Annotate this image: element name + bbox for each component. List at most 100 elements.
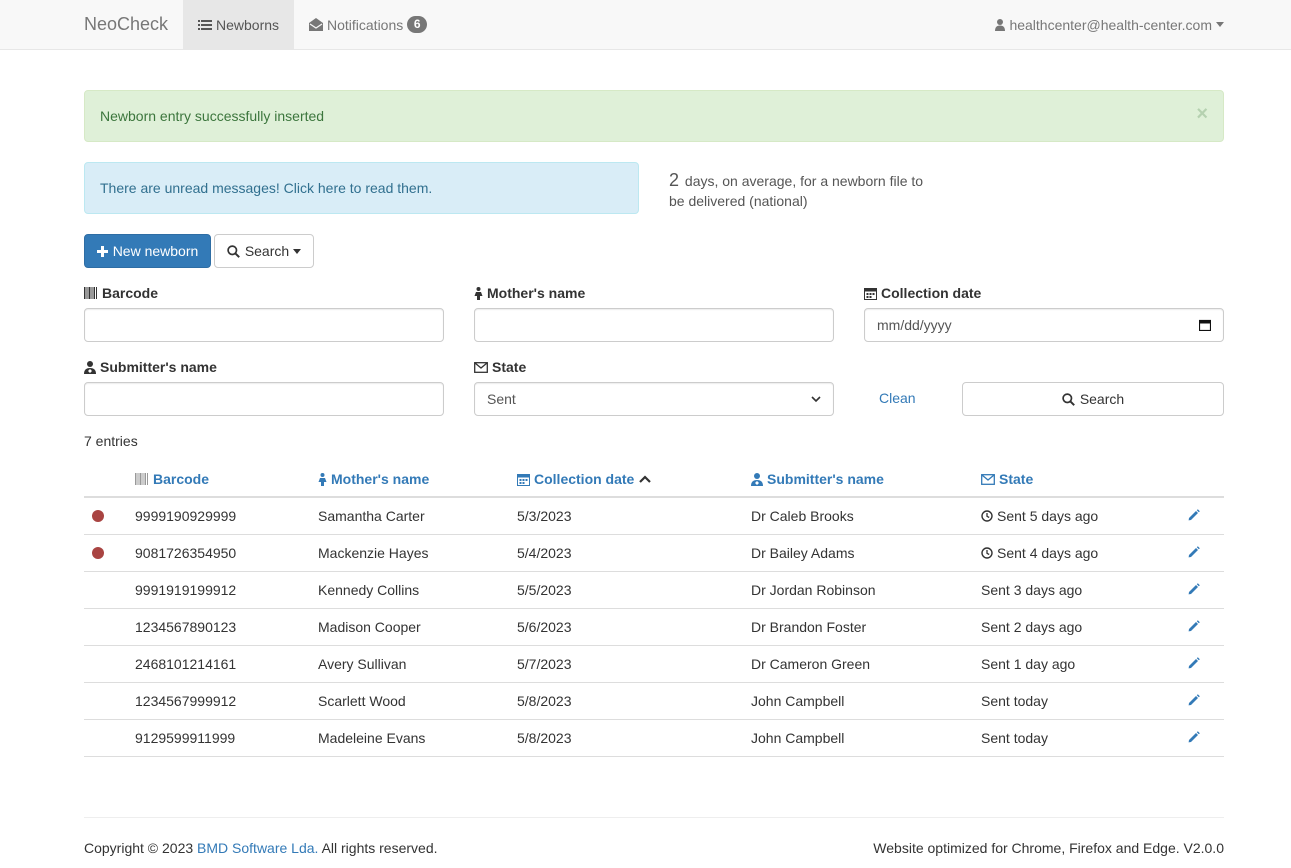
column-header-barcode[interactable]: Barcode: [135, 471, 209, 487]
copyright-suffix: All rights reserved.: [321, 840, 438, 856]
calendar-icon[interactable]: [1199, 319, 1211, 331]
user-email: healthcenter@health-center.com: [1009, 16, 1212, 33]
nav-newborns[interactable]: Newborns: [183, 0, 294, 49]
cell-barcode: 1234567999912: [135, 693, 236, 709]
cell-barcode-text: 1234567999912: [135, 693, 237, 709]
search-dropdown-label: Search: [244, 243, 290, 259]
new-newborn-label: New newborn: [112, 243, 199, 259]
cell-date-text: 5/8/2023: [517, 693, 572, 709]
mother-name-input[interactable]: [474, 308, 834, 342]
cell-barcode-text: 9991919199912: [135, 582, 237, 598]
cell-state: Sent today: [981, 730, 1048, 746]
edit-pencil-icon[interactable]: [1188, 656, 1200, 672]
chevron-down-icon: [1216, 22, 1224, 27]
nav-notifications[interactable]: Notifications 6: [309, 0, 428, 49]
unread-indicator-icon: [92, 547, 104, 559]
cell-submitter-text: Dr Brandon Foster: [751, 619, 867, 635]
brand-logo[interactable]: NeoCheck: [84, 14, 168, 35]
column-header-submitter[interactable]: Submitter's name: [751, 471, 884, 487]
edit-pencil-icon[interactable]: [1188, 508, 1200, 524]
calendar-icon: [864, 287, 877, 300]
cell-submitter: Dr Brandon Foster: [751, 619, 866, 635]
column-header-mother[interactable]: Mother's name: [318, 471, 429, 487]
table-header: Barcode Mother's name Collection date Su…: [84, 460, 1224, 498]
footer-browser-note: Website optimized for Chrome, Firefox an…: [873, 840, 1224, 856]
table-row[interactable]: 2468101214161 Avery Sullivan 5/7/2023 Dr Ca…: [84, 646, 1224, 683]
submitter-filter-label-text: Submitter's name: [100, 359, 217, 375]
cell-mother: Scarlett Wood: [318, 693, 406, 709]
cell-submitter-text: John Campbell: [751, 730, 845, 746]
table-row[interactable]: 9999190929999 Samantha Carter 5/3/2023 Dr C…: [84, 498, 1224, 535]
edit-pencil-icon[interactable]: [1188, 693, 1200, 709]
clean-filters-link[interactable]: Clean: [879, 390, 916, 406]
user-md-icon: [751, 472, 763, 486]
table-row[interactable]: 9991919199912 Kennedy Collins 5/5/2023 Dr J…: [84, 572, 1224, 609]
cell-barcode: 9129599911999: [135, 730, 235, 746]
collection-date-input[interactable]: mm/dd/yyyy: [864, 308, 1224, 342]
cell-submitter: John Campbell: [751, 730, 844, 746]
female-icon: [474, 286, 483, 300]
close-icon[interactable]: ×: [1196, 103, 1208, 126]
clock-icon: [981, 547, 993, 559]
company-link[interactable]: BMD Software Lda.: [197, 840, 318, 856]
collection-date-filter-label: Collection date: [864, 285, 981, 301]
edit-pencil-icon[interactable]: [1188, 730, 1200, 746]
envelope-open-icon: [309, 18, 323, 31]
cell-date: 5/4/2023: [517, 545, 572, 561]
average-days-text: days, on average, for a newborn file to …: [669, 173, 924, 209]
cell-date-text: 5/7/2023: [517, 656, 572, 672]
submitter-name-input[interactable]: [84, 382, 444, 416]
edit-pencil-icon[interactable]: [1188, 545, 1200, 561]
cell-submitter-text: Dr Bailey Adams: [751, 545, 855, 561]
table-row[interactable]: 1234567890123 Madison Cooper 5/6/2023 Dr Br…: [84, 609, 1224, 646]
search-button[interactable]: Search: [962, 382, 1224, 416]
table-row[interactable]: 9081726354950 Mackenzie Hayes 5/4/2023 Dr B…: [84, 535, 1224, 572]
column-header-state-label: State: [999, 471, 1034, 487]
user-md-icon: [84, 360, 96, 374]
column-header-mother-label: Mother's name: [331, 471, 430, 487]
top-navbar: NeoCheck Newborns Notifications 6 health…: [0, 0, 1291, 50]
entries-count: 7 entries: [84, 433, 138, 449]
cell-mother-text: Kennedy Collins: [318, 582, 420, 598]
table-row[interactable]: 1234567999912 Scarlett Wood 5/8/2023 John C…: [84, 683, 1224, 720]
column-header-submitter-label: Submitter's name: [767, 471, 884, 487]
user-menu-toggle[interactable]: healthcenter@health-center.com: [995, 0, 1224, 49]
barcode-input[interactable]: [84, 308, 444, 342]
cell-submitter-text: John Campbell: [751, 693, 845, 709]
unread-messages-alert[interactable]: There are unread messages! Click here to…: [84, 162, 639, 214]
cell-barcode-text: 1234567890123: [135, 619, 237, 635]
search-icon: [1062, 392, 1075, 406]
cell-date-text: 5/8/2023: [517, 730, 572, 746]
state-select[interactable]: Sent: [474, 382, 834, 416]
state-filter-label-text: State: [492, 359, 527, 375]
column-header-collection-date[interactable]: Collection date: [517, 471, 655, 487]
search-icon: [227, 244, 240, 258]
cell-barcode-text: 9081726354950: [135, 545, 237, 561]
search-dropdown-button[interactable]: Search: [214, 234, 314, 268]
cell-date: 5/5/2023: [517, 582, 572, 598]
new-newborn-button[interactable]: New newborn: [84, 234, 211, 268]
cell-mother-text: Samantha Carter: [318, 508, 425, 524]
footer-copyright: Copyright © 2023 BMD Software Lda. All r…: [84, 840, 438, 856]
cell-date: 5/8/2023: [517, 730, 572, 746]
column-header-state[interactable]: State: [981, 471, 1033, 487]
plus-icon: [96, 245, 108, 257]
copyright-prefix: Copyright © 2023: [84, 840, 194, 856]
cell-mother: Madeleine Evans: [318, 730, 425, 746]
cell-state-text: Sent today: [981, 693, 1048, 709]
cell-barcode-text: 2468101214161: [135, 656, 237, 672]
cell-mother: Kennedy Collins: [318, 582, 419, 598]
table-row[interactable]: 9129599911999 Madeleine Evans 5/8/2023 John…: [84, 720, 1224, 757]
unread-indicator-icon: [92, 510, 104, 522]
cell-mother: Samantha Carter: [318, 508, 425, 524]
barcode-filter-label: Barcode: [84, 285, 158, 301]
cell-submitter: Dr Jordan Robinson: [751, 582, 876, 598]
list-icon: [197, 19, 212, 30]
cell-state-text: Sent 4 days ago: [997, 545, 1099, 561]
edit-pencil-icon[interactable]: [1188, 619, 1200, 635]
state-filter-label: State: [474, 359, 526, 375]
edit-pencil-icon[interactable]: [1188, 582, 1200, 598]
cell-state-text: Sent 1 day ago: [981, 656, 1076, 672]
cell-date: 5/8/2023: [517, 693, 572, 709]
table-body: 9999190929999 Samantha Carter 5/3/2023 Dr C…: [84, 498, 1224, 757]
